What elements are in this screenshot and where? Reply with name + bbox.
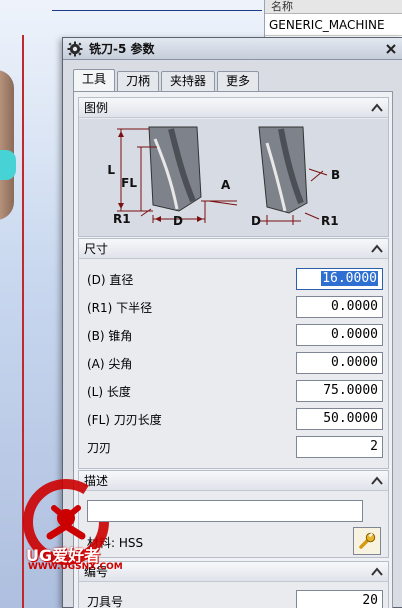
tab-holder[interactable]: 夹持器 <box>161 71 216 91</box>
datum-plane-edge <box>52 10 262 11</box>
tab-more[interactable]: 更多 <box>217 71 260 91</box>
field-label: (R1) 下半径 <box>87 301 153 315</box>
field-label: 刀具号 <box>87 595 124 608</box>
collapse-icon[interactable] <box>368 240 386 258</box>
flute-length-input[interactable]: 50.0000 <box>296 408 383 430</box>
properties-panel: 名称 GENERIC_MACHINE <box>264 0 402 40</box>
description-input[interactable] <box>87 500 363 522</box>
field-row-taper-angle: (B) 锥角 0.0000 <box>87 324 383 346</box>
tool-number-input[interactable]: 20 <box>296 590 383 608</box>
legend-group-title: 图例 <box>84 101 109 115</box>
field-row-lower-radius: (R1) 下半径 0.0000 <box>87 296 383 318</box>
label-R1-left: R1 <box>113 212 131 226</box>
tool-diagram: L FL R1 D A B D R1 <box>79 119 388 236</box>
watermark-logo: UG爱好者 WWW.UGSNX.COM <box>10 478 128 580</box>
properties-header: 名称 <box>265 0 402 14</box>
tool-body-left-icon <box>148 126 202 212</box>
tip-angle-input[interactable]: 0.0000 <box>296 352 383 374</box>
collapse-icon[interactable] <box>368 99 386 117</box>
tool-body-right-icon <box>258 126 308 214</box>
collapse-icon[interactable] <box>368 472 386 490</box>
watermark-site: WWW.UGSNX.COM <box>28 562 123 572</box>
part-geometry-highlight <box>0 150 16 180</box>
lower-radius-input[interactable]: 0.0000 <box>296 296 383 318</box>
field-label: (FL) 刀刃长度 <box>87 413 162 427</box>
label-D-left: D <box>173 214 183 228</box>
field-row-tool-number: 刀具号 20 <box>87 590 383 608</box>
dialog-tabs: 工具 刀柄 夹持器 更多 <box>73 69 261 91</box>
legend-group: 图例 L FL R1 D A B D R1 <box>78 97 389 237</box>
field-label: 刀刃 <box>87 441 112 455</box>
taper-angle-input[interactable]: 0.0000 <box>296 324 383 346</box>
label-R1-right: R1 <box>321 214 339 228</box>
flutes-input[interactable]: 2 <box>296 436 383 458</box>
tab-tool[interactable]: 工具 <box>73 69 116 91</box>
label-A: A <box>221 178 231 192</box>
label-B: B <box>331 168 340 182</box>
label-L: L <box>107 163 115 177</box>
collapse-icon[interactable] <box>368 563 386 581</box>
part-geometry <box>0 70 14 220</box>
dimensions-group: 尺寸 (D) 直径 16.0000 (R1) 下半径 0.0000 (B) 锥角… <box>78 238 389 469</box>
tab-shank[interactable]: 刀柄 <box>117 71 160 91</box>
gear-icon[interactable] <box>67 41 83 57</box>
field-label: (D) 直径 <box>87 273 134 287</box>
field-row-flute-length: (FL) 刀刃长度 50.0000 <box>87 408 383 430</box>
label-D-right: D <box>251 214 261 228</box>
label-FL: FL <box>121 176 137 190</box>
properties-machine-name[interactable]: GENERIC_MACHINE <box>265 14 402 36</box>
material-library-button[interactable] <box>353 527 381 555</box>
diameter-input[interactable]: 16.0000 <box>296 268 383 290</box>
field-label: (B) 锥角 <box>87 329 133 343</box>
field-row-flutes: 刀刃 2 <box>87 436 383 458</box>
field-row-length: (L) 长度 75.0000 <box>87 380 383 402</box>
dimensions-group-header[interactable]: 尺寸 <box>79 239 388 259</box>
length-input[interactable]: 75.0000 <box>296 380 383 402</box>
wrench-icon <box>359 532 376 549</box>
field-row-diameter: (D) 直径 16.0000 <box>87 268 383 290</box>
close-icon[interactable] <box>382 40 400 58</box>
field-label: (A) 尖角 <box>87 357 133 371</box>
diameter-value: 16.0000 <box>321 271 378 286</box>
field-label: (L) 长度 <box>87 385 131 399</box>
dialog-titlebar[interactable]: 铣刀-5 参数 <box>63 38 402 60</box>
field-row-tip-angle: (A) 尖角 0.0000 <box>87 352 383 374</box>
dimensions-group-title: 尺寸 <box>84 242 109 256</box>
dialog-title: 铣刀-5 参数 <box>89 42 155 56</box>
legend-group-header[interactable]: 图例 <box>79 98 388 118</box>
